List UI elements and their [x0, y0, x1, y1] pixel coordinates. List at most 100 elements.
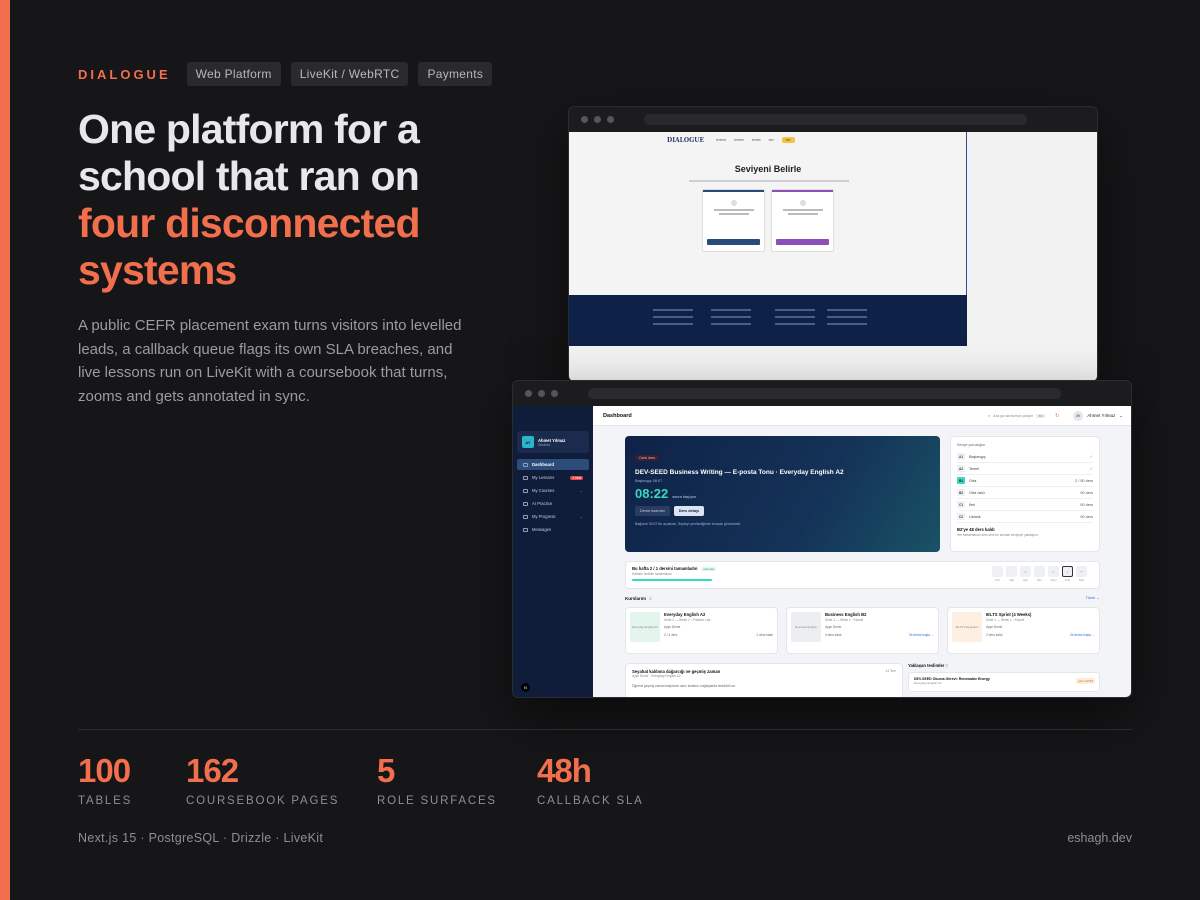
- placement-card-kids[interactable]: [771, 189, 834, 252]
- countdown-suffix: sonra başlıyor: [672, 495, 697, 499]
- chevron-down-icon: ⌄: [579, 488, 583, 493]
- sidebar-user-name: Ahmet Yılmaz: [538, 437, 566, 443]
- window-titlebar: [513, 381, 1131, 406]
- level-remaining-note: Her tamamlanan ders seni bir sonraki sev…: [957, 533, 1039, 537]
- accent-bar: [0, 0, 10, 900]
- level-progress: 2 / 50 ders: [1075, 478, 1093, 483]
- course-title: Business English B2: [825, 612, 867, 617]
- feedback-teacher: Ayşe Demir · Everyday English A2: [632, 674, 681, 678]
- feedback-date: 14 Tem: [885, 669, 896, 673]
- level-code: C1: [957, 501, 965, 508]
- sidebar-item-my-courses[interactable]: My Courses ⌄: [517, 485, 589, 496]
- level-lessons: 50 ders: [1080, 514, 1093, 519]
- courses-heading: Kurslarım 3 Tümü →: [625, 596, 1100, 601]
- page-title: Dashboard: [603, 412, 632, 419]
- course-card[interactable]: Everyday English A2 Everyday English A2 …: [625, 607, 778, 654]
- placement-exam-page: DIALOGUE ▪▪▪▪▪▪▪▪ ▪▪▪▪▪▪▪▪ ▪▪▪▪▪▪▪ ▪▪▪▪ …: [569, 132, 1097, 381]
- countdown-value: 08:22: [635, 486, 669, 501]
- sidebar-item-messages[interactable]: Messages: [517, 524, 589, 535]
- course-card[interactable]: IELTS Preparation IELTS Sprint (4 Weeks)…: [947, 607, 1100, 654]
- weekly-progress-bar: [632, 579, 712, 581]
- start-first-lesson-link[interactable]: İlk derse başla →: [909, 633, 934, 637]
- sidebar-item-my-lessons[interactable]: My Lessons 1 new: [517, 472, 589, 483]
- courses-count: 3: [649, 596, 652, 601]
- dashboard-app: AY Ahmet Yılmaz Student Dashboard My Les…: [513, 406, 1131, 697]
- upcoming-title: Yaklaşan teslimler: [908, 663, 945, 668]
- live-badge: Canlı ders: [635, 455, 659, 461]
- level-code: C2: [957, 513, 965, 520]
- nextjs-logo-icon: N: [521, 683, 530, 692]
- dashboard-main: Dashboard ⌕ Ara ya da komut çalıştır ⌘K …: [593, 406, 1131, 697]
- level-name: Ustalık: [969, 514, 981, 519]
- placement-nav: DIALOGUE ▪▪▪▪▪▪▪▪ ▪▪▪▪▪▪▪▪ ▪▪▪▪▪▪▪ ▪▪▪▪ …: [569, 132, 966, 148]
- sidebar-item-ai-practice[interactable]: AI Practice: [517, 498, 589, 509]
- level-row-current: B1 Orta 2 / 50 ders: [957, 475, 1093, 487]
- level-name: İleri: [969, 502, 976, 507]
- lesson-note: Bağlantı 00:07'de açılacak. Sayfayı yeni…: [635, 522, 742, 526]
- see-all-courses-link[interactable]: Tümü →: [1085, 596, 1100, 601]
- level-row: A2 Temel ✓: [957, 463, 1093, 475]
- level-name: Orta üstü: [969, 490, 985, 495]
- headline-highlight: systems: [78, 247, 237, 293]
- course-progress: 4 ders kaldı: [825, 633, 842, 637]
- headline-highlight: four disconnected: [78, 200, 421, 246]
- user-menu[interactable]: AY Ahmet Yılmaz ⌄: [1073, 410, 1123, 421]
- placement-content: DIALOGUE ▪▪▪▪▪▪▪▪ ▪▪▪▪▪▪▪▪ ▪▪▪▪▪▪▪ ▪▪▪▪ …: [569, 132, 967, 346]
- message-icon: [523, 527, 528, 532]
- course-teacher: Ayşe Demir: [664, 625, 681, 629]
- upcoming-deadlines: Yaklaşan teslimler 2 DEV-SEED Okuma Göre…: [908, 663, 1100, 692]
- course-card[interactable]: Business English Business English B2 Üni…: [786, 607, 939, 654]
- stat-number: 48h: [537, 752, 592, 789]
- sidebar-item-label: My Progress: [532, 514, 556, 519]
- sidebar-item-label: My Courses: [532, 488, 555, 493]
- placement-card-adult[interactable]: [702, 189, 765, 252]
- site-link[interactable]: eshagh.dev: [1067, 831, 1132, 845]
- course-title: Everyday English A2: [664, 612, 706, 617]
- lesson-detail-button[interactable]: Ders detayı: [673, 506, 705, 516]
- course-remaining: 2 ders kaldı: [756, 633, 773, 637]
- course-thumbnail: IELTS Preparation: [952, 612, 982, 642]
- sidebar-item-dashboard[interactable]: Dashboard: [517, 459, 589, 470]
- check-icon: ✓: [1089, 467, 1093, 471]
- shortcut-hint: ⌘K: [1036, 413, 1046, 418]
- window-dot: [551, 390, 558, 397]
- next-lesson-card: Canlı ders DEV-SEED Business Writing — E…: [625, 436, 940, 552]
- refresh-icon[interactable]: ↻: [1055, 413, 1059, 419]
- lesson-feedback-card[interactable]: Seyahat kalıbına dağarcığı ve geçmiş zam…: [625, 663, 903, 697]
- sidebar-item-my-progress[interactable]: My Progress ⌄: [517, 511, 589, 522]
- sidebar-user-card[interactable]: AY Ahmet Yılmaz Student: [517, 431, 589, 453]
- upcoming-count: 2: [945, 663, 948, 668]
- weekly-goal-text: Bu hafta 2 / 1 dersini tamamladın: [632, 566, 698, 571]
- headline: One platform for a school that ran on fo…: [78, 106, 498, 294]
- level-code: A1: [957, 453, 965, 460]
- upcoming-heading: Yaklaşan teslimler 2: [908, 663, 1100, 668]
- search-input[interactable]: ⌕ Ara ya da komut çalıştır ⌘K: [988, 413, 1046, 418]
- course-progress: 2 ders kaldı: [986, 633, 1003, 637]
- stat-number: 100: [78, 752, 131, 789]
- placement-nav-link: ▪▪▪▪▪▪▪▪: [716, 138, 726, 142]
- window-dot: [607, 116, 614, 123]
- day-cell: • Cmt: [1062, 566, 1073, 582]
- start-first-lesson-link[interactable]: İlk derse başla →: [1070, 633, 1095, 637]
- search-placeholder: Ara ya da komut çalıştır: [993, 413, 1034, 418]
- level-code: B2: [957, 489, 965, 496]
- new-lessons-badge: 1 new: [570, 475, 583, 480]
- course-teacher: Ayşe Demir: [825, 625, 842, 629]
- placement-nav-link: ▪▪▪▪: [768, 138, 774, 142]
- course-unit: Ünite 1 — Week 1 · Kickoff: [825, 618, 864, 622]
- sidebar-item-label: Dashboard: [532, 462, 554, 467]
- sidebar-user-role: Student: [538, 442, 551, 447]
- day-cell: Sal: [1006, 566, 1017, 582]
- deadline-item[interactable]: DEV-SEED Okuma Görevi: Renewable Energy …: [908, 672, 1100, 692]
- start-exam-button[interactable]: [776, 239, 829, 245]
- placement-footer: [569, 295, 967, 346]
- prepare-lesson-button[interactable]: Derse hazırlan: [635, 506, 670, 516]
- stat-number: 5: [377, 752, 395, 789]
- start-exam-button[interactable]: [707, 239, 760, 245]
- lesson-countdown: 08:22 sonra başlıyor: [635, 486, 930, 501]
- level-row: C2 Ustalık 50 ders: [957, 511, 1093, 523]
- level-journey-heading: Seviye yolculuğun: [957, 443, 986, 447]
- day-cell[interactable]: + Paz: [1076, 566, 1087, 582]
- week-days: Pzt Sal ✓ Çar Per ✓ Cum • Cmt + Paz: [992, 566, 1087, 582]
- sparkle-icon: [523, 501, 528, 506]
